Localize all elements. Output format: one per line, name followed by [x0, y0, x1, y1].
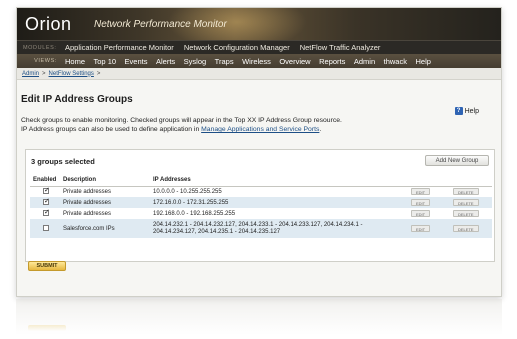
- module-apm[interactable]: Application Performance Monitor: [65, 43, 174, 52]
- page-description: Check groups to enable monitoring. Check…: [21, 116, 441, 134]
- groups-selected-count: 3 groups selected: [31, 157, 95, 166]
- row-ips: 192.168.0.0 - 192.168.255.255: [153, 210, 236, 217]
- delete-button[interactable]: DELETE: [453, 198, 479, 206]
- view-help[interactable]: Help: [415, 57, 430, 66]
- brand-logo[interactable]: Orion: [25, 14, 72, 35]
- help-icon: ?: [454, 107, 463, 115]
- table-header: Enabled Description IP Addresses: [30, 174, 492, 187]
- module-nta[interactable]: NetFlow Traffic Analyzer: [300, 43, 381, 52]
- edit-button[interactable]: EDIT: [411, 224, 431, 232]
- help-link[interactable]: ? Help: [454, 107, 479, 115]
- table-row: Private addresses 192.168.0.0 - 192.168.…: [30, 208, 492, 219]
- view-wireless[interactable]: Wireless: [242, 57, 271, 66]
- view-thwack[interactable]: thwack: [384, 57, 407, 66]
- enabled-checkbox[interactable]: [43, 186, 50, 194]
- row-ips: 172.16.0.0 - 172.31.255.255: [150, 197, 408, 208]
- enabled-checkbox[interactable]: [43, 208, 50, 216]
- table-row: Private addresses 10.0.0.0 - 10.255.255.…: [30, 186, 492, 197]
- view-traps[interactable]: Traps: [215, 57, 234, 66]
- column-ip-addresses: IP Addresses: [150, 174, 408, 187]
- reflection: [16, 299, 502, 335]
- delete-button[interactable]: DELETE: [453, 224, 479, 232]
- column-description: Description: [60, 174, 150, 187]
- view-admin[interactable]: Admin: [354, 57, 375, 66]
- view-overview[interactable]: Overview: [279, 57, 310, 66]
- breadcrumb-separator: >: [96, 70, 101, 77]
- view-events[interactable]: Events: [125, 57, 148, 66]
- views-bar: VIEWS: Home Top 10 Events Alerts Syslog …: [17, 54, 501, 68]
- modules-bar: MODULES: Application Performance Monitor…: [17, 40, 501, 54]
- row-ips: 10.0.0.0 - 10.255.255.255: [153, 188, 222, 195]
- modules-label: MODULES:: [23, 44, 57, 51]
- edit-button[interactable]: EDIT: [411, 209, 431, 217]
- add-new-group-button[interactable]: Add New Group: [425, 155, 489, 166]
- page-title: Edit IP Address Groups: [21, 94, 133, 105]
- delete-button[interactable]: DELETE: [453, 209, 479, 217]
- row-description: Private addresses: [63, 188, 112, 195]
- view-reports[interactable]: Reports: [319, 57, 345, 66]
- module-ncm[interactable]: Network Configuration Manager: [184, 43, 290, 52]
- product-name: Network Performance Monitor: [94, 19, 227, 30]
- row-description: Private addresses: [63, 210, 112, 217]
- table-row: Private addresses 172.16.0.0 - 172.31.25…: [30, 197, 492, 208]
- groups-table: Enabled Description IP Addresses Private…: [30, 174, 492, 238]
- table-row: Salesforce.com IPs 204.14.232.1 - 204.14…: [30, 219, 492, 238]
- view-home[interactable]: Home: [65, 57, 85, 66]
- view-top10[interactable]: Top 10: [94, 57, 117, 66]
- views-label: VIEWS:: [34, 58, 57, 64]
- header-banner: Orion Network Performance Monitor: [17, 8, 501, 40]
- submit-button[interactable]: SUBMIT: [28, 261, 66, 271]
- edit-button[interactable]: EDIT: [411, 187, 431, 195]
- enabled-checkbox[interactable]: [43, 224, 49, 231]
- breadcrumb-separator: >: [42, 70, 46, 77]
- description-line-1: Check groups to enable monitoring. Check…: [21, 117, 342, 124]
- view-syslog[interactable]: Syslog: [184, 57, 207, 66]
- delete-button[interactable]: DELETE: [453, 187, 479, 195]
- edit-button[interactable]: EDIT: [411, 198, 431, 206]
- breadcrumb-admin[interactable]: Admin: [22, 71, 39, 77]
- manage-applications-link[interactable]: Manage Applications and Service Ports: [201, 126, 319, 133]
- row-description: Salesforce.com IPs: [60, 219, 150, 238]
- enabled-checkbox[interactable]: [43, 197, 50, 205]
- column-enabled: Enabled: [30, 174, 60, 187]
- breadcrumb: Admin > NetFlow Settings >: [17, 68, 501, 80]
- help-label: Help: [464, 107, 479, 115]
- groups-panel: 3 groups selected Add New Group Enabled …: [25, 149, 495, 262]
- breadcrumb-netflow-settings[interactable]: NetFlow Settings: [49, 71, 94, 77]
- view-alerts[interactable]: Alerts: [156, 57, 175, 66]
- row-ips: 204.14.232.1 - 204.14.232.127, 204.14.23…: [150, 219, 408, 238]
- description-line-2: IP Address groups can also be used to de…: [21, 126, 322, 133]
- row-description: Private addresses: [60, 197, 150, 208]
